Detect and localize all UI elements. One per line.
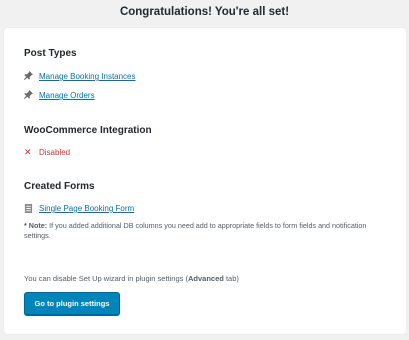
hint-text-before: You can disable Set Up wizard in plugin …: [24, 274, 188, 283]
page-title: Congratulations! You're all set!: [119, 6, 290, 18]
pin-icon: [24, 71, 36, 82]
setup-wizard-hint: You can disable Set Up wizard in plugin …: [24, 274, 239, 283]
woocommerce-heading: WooCommerce Integration: [24, 125, 152, 136]
form-item-single-page: Single Page Booking Form: [24, 204, 134, 213]
hint-text-after: tab): [223, 274, 239, 283]
setup-summary-card: Post Types Manage Booking Instances Mana…: [4, 28, 406, 334]
single-page-booking-form-link[interactable]: Single Page Booking Form: [39, 204, 134, 213]
manage-booking-instances-link[interactable]: Manage Booking Instances: [39, 72, 136, 81]
post-types-heading: Post Types: [24, 48, 77, 59]
note-prefix: * Note:: [24, 221, 48, 230]
go-to-plugin-settings-button[interactable]: Go to plugin settings: [24, 292, 120, 315]
cross-icon: ✕: [24, 147, 32, 157]
created-forms-heading: Created Forms: [24, 181, 95, 192]
post-type-item-orders: Manage Orders: [24, 90, 95, 101]
hint-advanced-tab: Advanced: [188, 274, 224, 283]
db-columns-note: * Note: If you added additional DB colum…: [24, 221, 384, 241]
manage-orders-link[interactable]: Manage Orders: [39, 91, 95, 100]
form-icon: [24, 204, 33, 213]
post-type-item-booking-instances: Manage Booking Instances: [24, 71, 136, 82]
pin-icon: [24, 90, 36, 101]
woocommerce-status-text: Disabled: [39, 148, 71, 157]
woocommerce-status: ✕ Disabled: [24, 147, 70, 158]
note-text: If you added additional DB columns you n…: [24, 221, 367, 240]
